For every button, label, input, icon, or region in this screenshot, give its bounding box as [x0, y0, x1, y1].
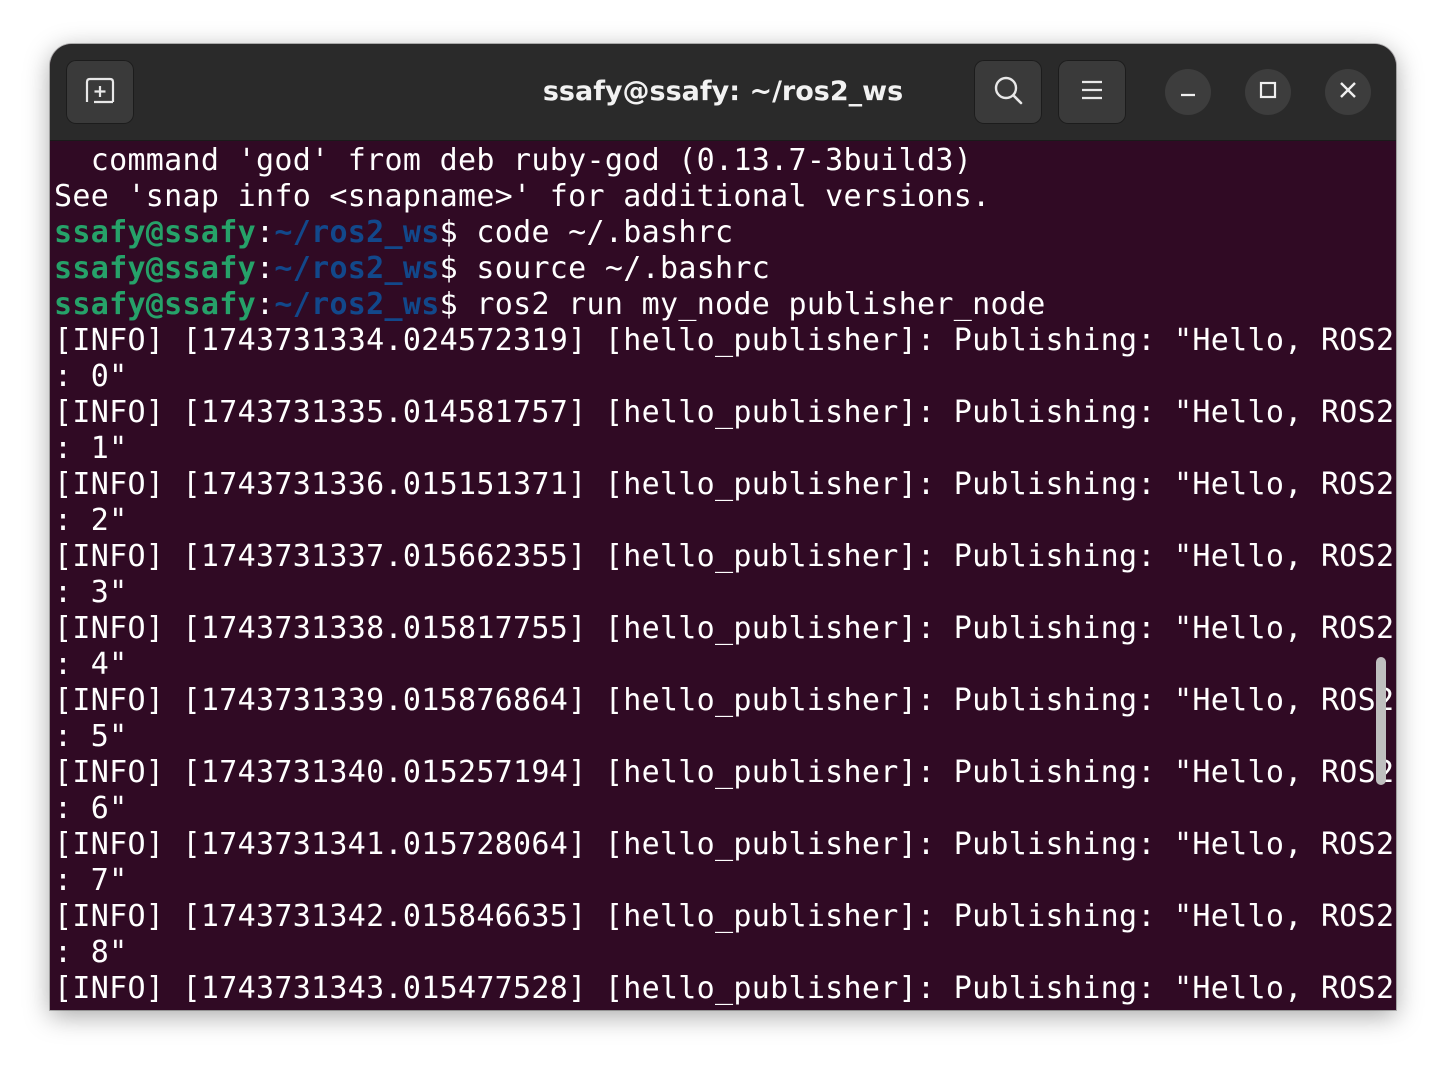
terminal-lines: command 'god' from deb ruby-god (0.13.7-…	[54, 143, 1394, 1007]
output-line: : 1"	[54, 431, 128, 466]
output-line: [INFO] [1743731343.015477528] [hello_pub…	[54, 971, 1395, 1006]
hamburger-menu-icon	[1080, 79, 1104, 106]
close-icon	[1338, 80, 1358, 105]
prompt-user: ssafy@ssafy	[54, 287, 256, 322]
output-line: : 4"	[54, 647, 128, 682]
search-button[interactable]	[974, 60, 1042, 124]
maximize-icon	[1258, 80, 1278, 105]
prompt-path: ~/ros2_ws	[274, 215, 440, 250]
terminal-window: ssafy@ssafy: ~/ros2_ws command 'god' fro…	[50, 44, 1396, 1010]
output-line: : 2"	[54, 503, 128, 538]
prompt-user: ssafy@ssafy	[54, 215, 256, 250]
output-line: [INFO] [1743731341.015728064] [hello_pub…	[54, 827, 1395, 862]
command-text: ros2 run my_node publisher_node	[458, 287, 1046, 322]
command-text: code ~/.bashrc	[458, 215, 734, 250]
window-title: ssafy@ssafy: ~/ros2_ws	[542, 76, 904, 107]
prompt-line: ssafy@ssafy:~/ros2_ws$ ros2 run my_node …	[54, 287, 1394, 323]
title-bar[interactable]: ssafy@ssafy: ~/ros2_ws	[50, 44, 1396, 141]
new-tab-icon	[84, 76, 116, 109]
output-line: [INFO] [1743731335.014581757] [hello_pub…	[54, 395, 1395, 430]
output-line: : 3"	[54, 575, 128, 610]
output-line: : 5"	[54, 719, 128, 754]
output-line: [INFO] [1743731338.015817755] [hello_pub…	[54, 611, 1395, 646]
prompt-separator: :	[255, 287, 275, 322]
terminal-output[interactable]: command 'god' from deb ruby-god (0.13.7-…	[50, 141, 1396, 1010]
prompt-path: ~/ros2_ws	[274, 251, 440, 286]
output-line: command 'god' from deb ruby-god (0.13.7-…	[54, 143, 973, 178]
output-line: [INFO] [1743731337.015662355] [hello_pub…	[54, 539, 1395, 574]
prompt-symbol: $	[439, 287, 458, 322]
search-icon	[993, 75, 1023, 110]
menu-button[interactable]	[1058, 60, 1126, 124]
prompt-path: ~/ros2_ws	[274, 287, 440, 322]
output-line: [INFO] [1743731336.015151371] [hello_pub…	[54, 467, 1395, 502]
close-button[interactable]	[1325, 69, 1371, 115]
prompt-separator: :	[255, 251, 275, 286]
minimize-button[interactable]	[1165, 69, 1211, 115]
output-line: See 'snap info <snapname>' for additiona…	[54, 179, 991, 214]
output-line: : 6"	[54, 791, 128, 826]
prompt-symbol: $	[439, 215, 458, 250]
prompt-line: ssafy@ssafy:~/ros2_ws$ code ~/.bashrc	[54, 215, 1394, 251]
output-line: [INFO] [1743731339.015876864] [hello_pub…	[54, 683, 1395, 718]
scrollbar-thumb[interactable]	[1376, 657, 1386, 785]
prompt-user: ssafy@ssafy	[54, 251, 256, 286]
new-tab-button[interactable]	[66, 60, 134, 124]
output-line: : 8"	[54, 935, 128, 970]
prompt-symbol: $	[439, 251, 458, 286]
output-line: [INFO] [1743731340.015257194] [hello_pub…	[54, 755, 1395, 790]
output-line: : 7"	[54, 863, 128, 898]
prompt-separator: :	[255, 215, 275, 250]
command-text: source ~/.bashrc	[458, 251, 771, 286]
minimize-icon	[1178, 80, 1198, 105]
output-line: [INFO] [1743731342.015846635] [hello_pub…	[54, 899, 1395, 934]
output-line: : 0"	[54, 359, 128, 394]
output-line: [INFO] [1743731334.024572319] [hello_pub…	[54, 323, 1395, 358]
prompt-line: ssafy@ssafy:~/ros2_ws$ source ~/.bashrc	[54, 251, 1394, 287]
maximize-button[interactable]	[1245, 69, 1291, 115]
